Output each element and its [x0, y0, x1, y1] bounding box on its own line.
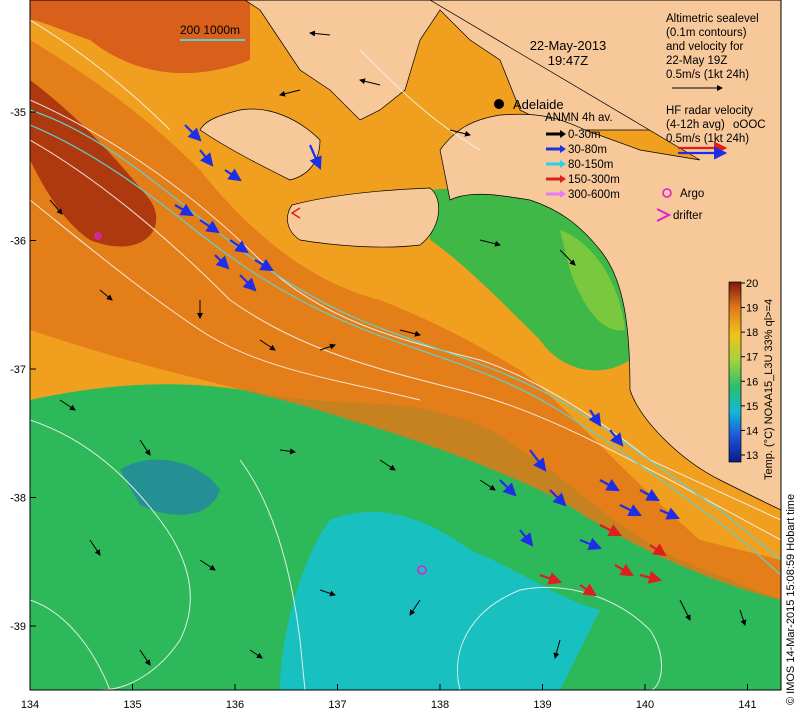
lat-tick-label: -38 [10, 493, 26, 505]
ocean-current-map: 134 135 136 137 138 139 140 141 -35 -36 -37 -38 -39… [0, 0, 800, 720]
anmn-legend-label: 80-150m [568, 159, 613, 171]
hf-legend-line: HF radar velocity [666, 105, 753, 117]
drifter-legend-label: drifter [673, 210, 703, 222]
lon-tick-label: 134 [21, 699, 39, 711]
date-label: 22-May-2013 [530, 38, 607, 53]
anmn-legend-label: 300-600m [568, 189, 620, 201]
anmn-legend-label: 0-30m [568, 129, 601, 141]
lat-tick-label: -35 [10, 107, 26, 119]
lon-tick-label: 141 [738, 699, 756, 711]
colorbar [728, 281, 742, 463]
plot-area [30, 0, 781, 690]
altimetry-legend-line: 22-May 19Z [666, 55, 727, 67]
anmn-legend-label: 30-80m [568, 144, 607, 156]
altimetry-legend-line: 0.5m/s (1kt 24h) [666, 69, 749, 81]
scale-label: 200 1000m [180, 23, 240, 37]
colorbar-tick-label: 17 [746, 352, 758, 364]
colorbar-tick-label: 18 [746, 327, 758, 339]
lat-tick-label: -37 [10, 364, 26, 376]
lon-tick-label: 140 [636, 699, 654, 711]
altimetry-legend-line: (0.1m contours) [666, 27, 747, 39]
hf-legend-tag: oOOC [733, 119, 766, 131]
anmn-legend-label: 150-300m [568, 174, 620, 186]
altimetry-legend-line: Altimetric sealevel [666, 13, 759, 25]
lat-tick-label: -36 [10, 236, 26, 248]
colorbar-tick-label: 14 [746, 425, 758, 437]
lon-tick-label: 136 [226, 699, 244, 711]
argo-float-marker [94, 232, 102, 240]
lon-tick-label: 138 [431, 699, 449, 711]
altimetry-legend-line: and velocity for [666, 41, 744, 53]
lon-tick-label: 137 [328, 699, 346, 711]
hf-legend-line: (4-12h avg) [666, 119, 725, 131]
colorbar-tick-label: 13 [746, 450, 758, 462]
colorbar-tick-label: 16 [746, 376, 758, 388]
hf-legend-line: 0.5m/s (1kt 24h) [666, 133, 749, 145]
time-label: 19:47Z [548, 53, 589, 68]
sst-map-figure: 134 135 136 137 138 139 140 141 -35 -36 -37 -38 -39… [10, 0, 782, 711]
argo-legend-label: Argo [680, 188, 704, 200]
lon-tick-label: 135 [123, 699, 141, 711]
lat-tick-label: -39 [10, 621, 26, 633]
colorbar-tick-label: 19 [746, 303, 758, 315]
colorbar-tick-label: 15 [746, 401, 758, 413]
adelaide-marker [494, 99, 504, 109]
lon-tick-label: 139 [533, 699, 551, 711]
colorbar-tick-label: 20 [746, 278, 758, 290]
credit-text: © IMOS 14-Mar-2015 15:08:59 Hobart time [785, 493, 797, 705]
colorbar-label: Temp. (°C) NOAA15_L3U 33% ql>=4 [763, 299, 775, 480]
anmn-legend-title: ANMN 4h av. [545, 112, 613, 124]
place-label-adelaide: Adelaide [513, 97, 564, 112]
